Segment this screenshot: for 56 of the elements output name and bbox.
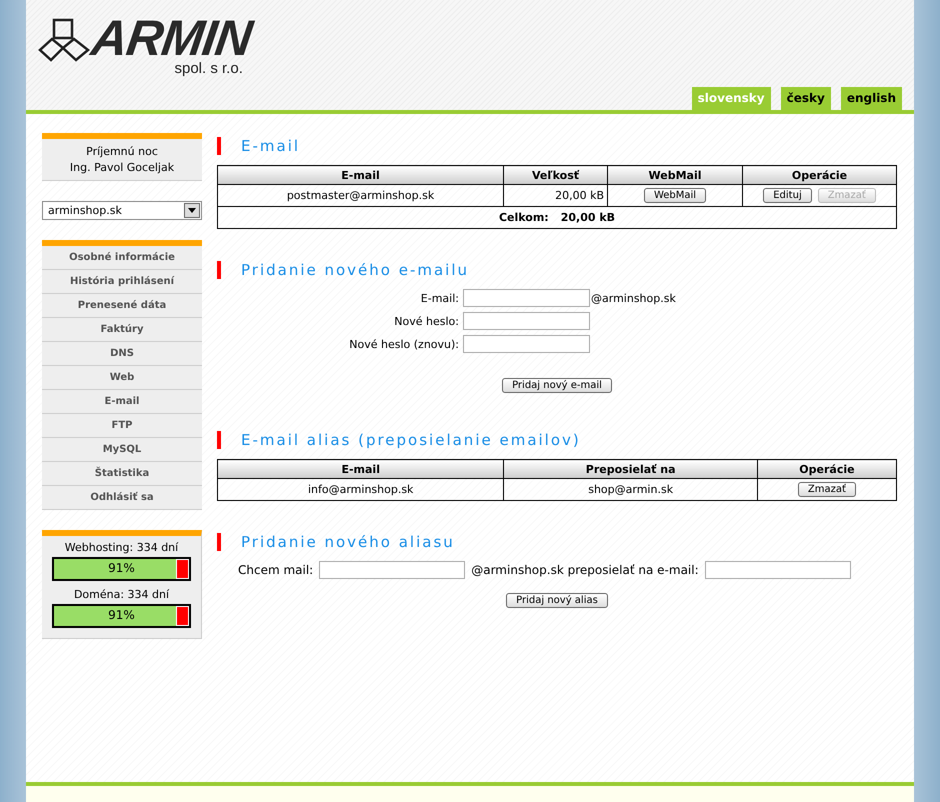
webmail-button[interactable]: WebMail bbox=[644, 188, 706, 203]
add-email-button[interactable]: Pridaj nový e-mail bbox=[502, 378, 612, 393]
column-header: E-mail bbox=[218, 460, 504, 478]
menu-item[interactable]: Štatistika bbox=[42, 462, 202, 486]
input-field[interactable] bbox=[319, 561, 466, 579]
quota-label: Webhosting: 334 dní bbox=[64, 541, 178, 554]
column-header: WebMail bbox=[608, 166, 742, 184]
add-alias-button[interactable]: Pridaj nový alias bbox=[506, 593, 608, 608]
column-header: E-mail bbox=[218, 166, 504, 184]
menu-item[interactable]: Web bbox=[42, 366, 202, 390]
input-field[interactable] bbox=[704, 561, 851, 579]
menu-item[interactable]: Faktúry bbox=[42, 318, 202, 342]
column-header: Operácie bbox=[742, 166, 896, 184]
section-heading: E-mail alias (preposielanie emailov) bbox=[217, 431, 897, 449]
size-cell: 20,00 kB bbox=[504, 184, 608, 206]
logo-name: ARMIN bbox=[88, 16, 254, 60]
email-cell: postmaster@arminshop.sk bbox=[218, 184, 504, 206]
input-field[interactable] bbox=[463, 335, 590, 353]
input-field[interactable] bbox=[463, 289, 590, 307]
section-heading: Pridanie nového aliasu bbox=[217, 533, 897, 551]
edit-button[interactable]: Edituj bbox=[763, 188, 812, 203]
total-label: Celkom: bbox=[498, 211, 549, 224]
greeting-text: Príjemnú noc bbox=[86, 144, 158, 160]
dropdown-icon bbox=[184, 203, 200, 218]
menu-item[interactable]: Osobné informácie bbox=[42, 246, 202, 270]
column-header: Veľkosť bbox=[504, 166, 608, 184]
language-tab[interactable]: english bbox=[840, 87, 902, 110]
field-label: Nové heslo (znovu): bbox=[348, 338, 459, 350]
quota-percent: 91% bbox=[107, 561, 136, 575]
email-cell: info@arminshop.sk bbox=[218, 478, 504, 500]
section-heading: Pridanie nového e-mailu bbox=[217, 261, 897, 279]
domain-select[interactable]: arminshop.sk bbox=[42, 201, 202, 220]
section-heading: E-mail bbox=[217, 137, 897, 155]
menu-item[interactable]: MySQL bbox=[42, 438, 202, 462]
delete-button[interactable]: Zmazať bbox=[798, 482, 856, 497]
menu-item[interactable]: Odhlásiť sa bbox=[42, 486, 202, 510]
menu-item[interactable]: FTP bbox=[42, 414, 202, 438]
field-label: @arminshop.sk preposielať na e-mail: bbox=[471, 563, 699, 577]
quota-percent: 91% bbox=[107, 608, 136, 622]
input-field[interactable] bbox=[463, 312, 590, 330]
menu-item[interactable]: História prihlásení bbox=[42, 270, 202, 294]
quota-label: Doména: 334 dní bbox=[74, 588, 170, 601]
logo-subtitle: spol. s r.o. bbox=[174, 60, 243, 77]
column-header: Operácie bbox=[757, 460, 896, 478]
greeting-text: Ing. Pavol Goceljak bbox=[70, 160, 174, 176]
column-header: Preposielať na bbox=[504, 460, 758, 478]
language-tab[interactable]: česky bbox=[780, 87, 831, 110]
menu-item[interactable]: Prenesené dáta bbox=[42, 294, 202, 318]
field-label: Nové heslo: bbox=[393, 314, 459, 328]
domain-suffix: @arminshop.sk bbox=[591, 292, 676, 304]
total-value: 20,00 kB bbox=[560, 211, 616, 224]
field-label: E-mail: bbox=[420, 292, 459, 304]
field-label: Chcem mail: bbox=[238, 563, 314, 577]
menu-item[interactable]: E-mail bbox=[42, 390, 202, 414]
forward-cell: shop@armin.sk bbox=[504, 478, 758, 500]
menu-item[interactable]: DNS bbox=[42, 342, 202, 366]
